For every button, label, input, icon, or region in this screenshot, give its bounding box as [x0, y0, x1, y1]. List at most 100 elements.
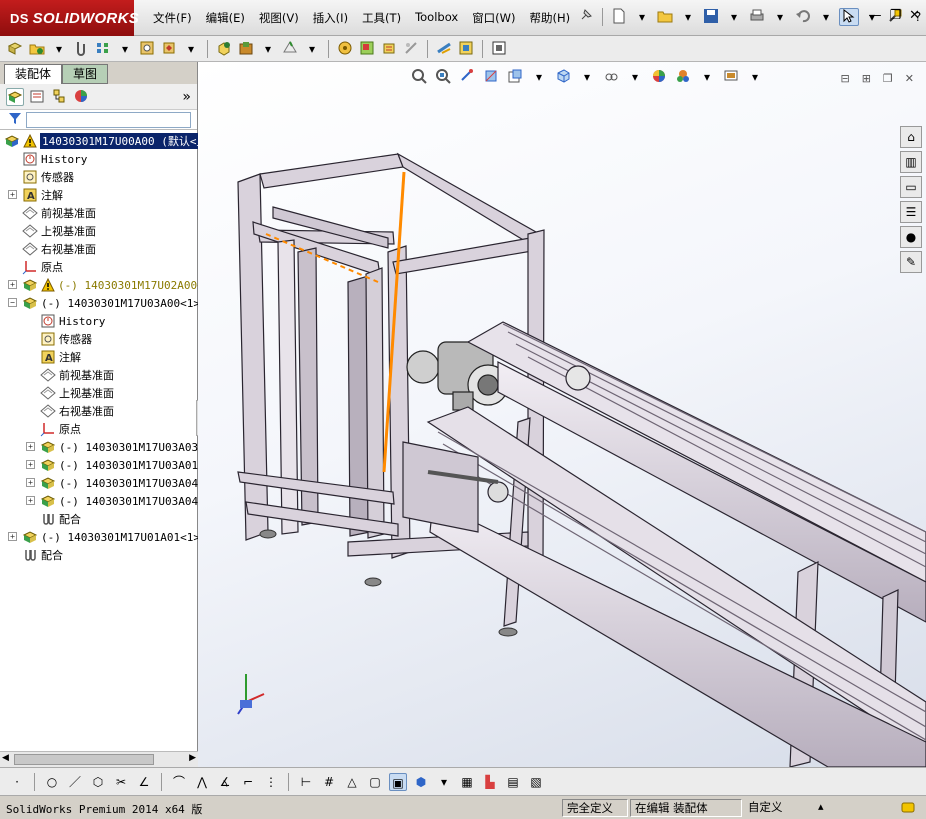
- tree-node[interactable]: 14030301M17U00A00 (默认<显: [4, 132, 210, 150]
- corner-icon[interactable]: ⌐: [239, 773, 257, 791]
- expand-toggle-icon[interactable]: +: [26, 478, 35, 487]
- chevron-down-icon[interactable]: ▾: [724, 8, 744, 26]
- physical-dynamics-icon[interactable]: [435, 40, 453, 58]
- new-document-icon[interactable]: [609, 8, 629, 26]
- insert-component-icon[interactable]: [28, 40, 46, 58]
- tree-node[interactable]: History: [40, 312, 105, 330]
- color-palette-icon[interactable]: ▙: [481, 773, 499, 791]
- chevron-down-icon[interactable]: ▾: [182, 40, 200, 58]
- line-icon[interactable]: ／: [66, 773, 84, 791]
- minimize-icon[interactable]: —: [868, 8, 881, 23]
- chevron-down-icon[interactable]: ▾: [303, 40, 321, 58]
- convert-entities-icon[interactable]: ⋀: [193, 773, 211, 791]
- file-explorer-icon[interactable]: ▭: [900, 176, 922, 198]
- chevron-down-icon[interactable]: ▾: [632, 8, 652, 26]
- tree-node[interactable]: − (-) 14030301M17U03A00<1>: [8, 294, 200, 312]
- chevron-down-icon[interactable]: ▾: [678, 8, 698, 26]
- feature-manager-tree-icon[interactable]: [6, 87, 24, 106]
- tree-node[interactable]: 传感器: [22, 168, 74, 186]
- tree-node[interactable]: 原点: [40, 420, 81, 438]
- tree-node[interactable]: 原点: [22, 258, 63, 276]
- smart-fasteners-icon[interactable]: [138, 40, 156, 58]
- expand-toggle-icon[interactable]: +: [8, 280, 17, 289]
- move-component-icon[interactable]: [160, 40, 178, 58]
- menu-view[interactable]: 视图(V): [252, 10, 306, 26]
- tree-node[interactable]: 上视基准面: [22, 222, 96, 240]
- box-icon[interactable]: ▢: [366, 773, 384, 791]
- save-icon[interactable]: [701, 8, 721, 26]
- linear-pattern-icon[interactable]: [94, 40, 112, 58]
- expand-toggle-icon[interactable]: +: [26, 442, 35, 451]
- tree-node[interactable]: A 注解: [40, 348, 81, 366]
- restore-icon[interactable]: ❐: [889, 8, 901, 23]
- tree-node[interactable]: 上视基准面: [40, 384, 114, 402]
- tree-node[interactable]: + (-) 14030301M17U03A01<: [26, 456, 205, 474]
- open-folder-icon[interactable]: [655, 8, 675, 26]
- graphics-viewport[interactable]: ▾ ▾ ▾ ▾ ▾ ⊟ ⊞ ❐ ✕ ⌂ ▥ ▭ ☰ ● ✎: [198, 62, 926, 767]
- design-library-icon[interactable]: ▥: [900, 151, 922, 173]
- chevron-down-icon[interactable]: ▾: [116, 40, 134, 58]
- instant3d-icon[interactable]: [380, 40, 398, 58]
- tree-node[interactable]: 配合: [40, 510, 81, 528]
- show-hidden-icon[interactable]: [215, 40, 233, 58]
- assembly-model-render[interactable]: [198, 62, 926, 767]
- chevron-down-icon[interactable]: ▾: [435, 773, 453, 791]
- select-pointer-icon[interactable]: [839, 8, 859, 26]
- triangle-icon[interactable]: △: [343, 773, 361, 791]
- tree-node[interactable]: History: [22, 150, 87, 168]
- interference-detection-icon[interactable]: [402, 40, 420, 58]
- menu-toolbox[interactable]: Toolbox: [408, 10, 465, 26]
- menu-tools[interactable]: 工具(T): [355, 10, 408, 26]
- status-units[interactable]: 自定义: [744, 799, 864, 817]
- snapshot-icon[interactable]: [490, 40, 508, 58]
- chevron-up-icon[interactable]: ▴: [818, 800, 824, 813]
- expand-toggle-icon[interactable]: +: [8, 532, 17, 541]
- home-icon[interactable]: ⌂: [900, 126, 922, 148]
- assembly-features-icon[interactable]: [237, 40, 255, 58]
- trim-icon[interactable]: ✂: [112, 773, 130, 791]
- expand-panel-icon[interactable]: »: [182, 89, 191, 105]
- edit-component-icon[interactable]: [6, 40, 24, 58]
- tree-node[interactable]: 前视基准面: [22, 204, 96, 222]
- horizontal-scrollbar[interactable]: ◀ ▶: [0, 751, 198, 767]
- tree-node[interactable]: 右视基准面: [40, 402, 114, 420]
- display-manager-icon[interactable]: [72, 88, 90, 106]
- large-assembly-icon[interactable]: [457, 40, 475, 58]
- tree-node[interactable]: + (-) 14030301M17U03A04<: [26, 474, 205, 492]
- filter-input[interactable]: [26, 111, 191, 128]
- scroll-left-icon[interactable]: ◀: [2, 753, 9, 763]
- tree-node[interactable]: + (-) 14030301M17U01A01<1>: [8, 528, 200, 546]
- chevron-down-icon[interactable]: ▾: [770, 8, 790, 26]
- tab-sketch[interactable]: 草图: [62, 64, 109, 84]
- display-style-icon[interactable]: ⬢: [412, 773, 430, 791]
- menu-help[interactable]: 帮助(H): [523, 10, 578, 26]
- scrollbar-thumb[interactable]: [14, 754, 154, 765]
- point-icon[interactable]: ·: [8, 773, 26, 791]
- dimension-icon[interactable]: ⊢: [297, 773, 315, 791]
- undo-icon[interactable]: [793, 8, 813, 26]
- tree-node[interactable]: 右视基准面: [22, 240, 96, 258]
- tree-node[interactable]: 传感器: [40, 330, 92, 348]
- shaded-view-icon[interactable]: ▣: [389, 772, 407, 791]
- chevron-down-icon[interactable]: ▾: [816, 8, 836, 26]
- circle-icon[interactable]: ○: [43, 773, 61, 791]
- collapse-toggle-icon[interactable]: −: [8, 298, 17, 307]
- tab-assembly[interactable]: 装配体: [4, 64, 63, 84]
- solidworks-logo[interactable]: DS SOLIDWORKS: [0, 0, 139, 36]
- tile-windows-icon[interactable]: ▤: [504, 773, 522, 791]
- scroll-right-icon[interactable]: ▶: [189, 753, 196, 763]
- view-palette-icon[interactable]: ☰: [900, 201, 922, 223]
- tree-node[interactable]: 前视基准面: [40, 366, 114, 384]
- exploded-view-icon[interactable]: [358, 40, 376, 58]
- filter-icon[interactable]: [8, 111, 22, 128]
- chevron-down-icon[interactable]: ▾: [259, 40, 277, 58]
- tree-node[interactable]: + A 注解: [8, 186, 63, 204]
- print-icon[interactable]: [747, 8, 767, 26]
- menu-edit[interactable]: 编辑(E): [199, 10, 252, 26]
- expand-toggle-icon[interactable]: +: [26, 460, 35, 469]
- mate-icon[interactable]: [72, 40, 90, 58]
- menu-file[interactable]: 文件(F): [146, 10, 199, 26]
- menu-insert[interactable]: 插入(I): [306, 10, 355, 26]
- expand-toggle-icon[interactable]: +: [8, 190, 17, 199]
- tree-node[interactable]: 配合: [22, 546, 63, 564]
